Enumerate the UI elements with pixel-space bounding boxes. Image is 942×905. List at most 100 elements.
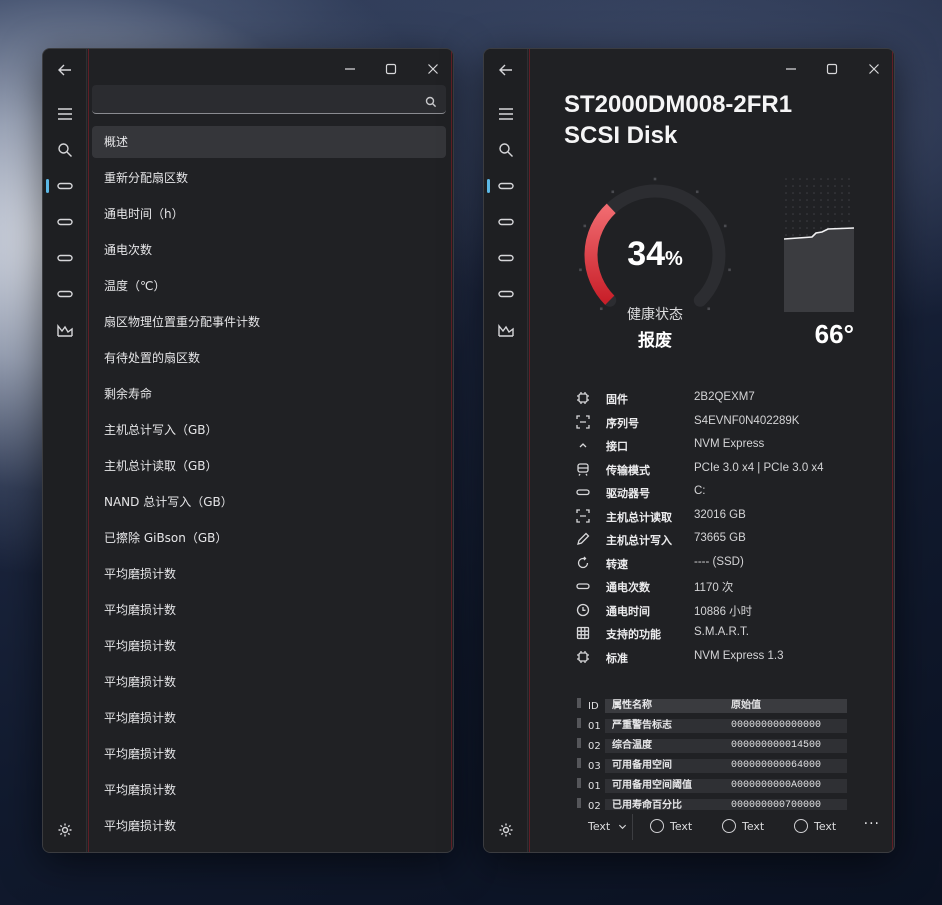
grid-dot <box>799 213 801 215</box>
chevron-down-icon <box>619 824 627 830</box>
maximize-button[interactable] <box>815 55 849 83</box>
radio-option-2[interactable]: Text <box>722 819 764 833</box>
drive-nav-2[interactable] <box>490 208 522 236</box>
attribute-item[interactable]: 已擦除 GiBson（GB） <box>92 522 446 554</box>
attribute-item[interactable]: 通电时间（h） <box>92 198 446 230</box>
attribute-item[interactable]: 扇区物理位置重分配事件计数 <box>92 306 446 338</box>
smart-row[interactable]: 01 可用备用空间阈值 0000000000A0000 <box>577 778 847 798</box>
menu-button[interactable] <box>490 100 522 128</box>
attribute-item[interactable]: 平均磨损计数 <box>92 594 446 626</box>
drive-nav-1[interactable] <box>490 172 522 200</box>
attribute-item[interactable]: 温度（℃） <box>92 270 446 302</box>
menu-button[interactable] <box>49 100 81 128</box>
drive-icon <box>57 290 73 298</box>
close-button[interactable] <box>416 55 450 83</box>
attribute-item[interactable]: 通电次数 <box>92 234 446 266</box>
grid-dot <box>834 178 836 180</box>
grid-dot <box>820 185 822 187</box>
smart-header-row: ID 属性名称 原始值 <box>577 698 847 718</box>
more-options-button[interactable]: ··· <box>864 816 880 832</box>
search-input[interactable] <box>92 85 446 113</box>
window-edge-line <box>892 49 893 852</box>
smart-row[interactable]: 01 严重警告标志 000000000000000 <box>577 718 847 738</box>
maximize-button[interactable] <box>374 55 408 83</box>
search-icon[interactable] <box>425 93 437 108</box>
attribute-item[interactable]: NAND 总计写入（GB） <box>92 486 446 518</box>
rail-edge-line <box>88 49 89 852</box>
radio-option-1[interactable]: Text <box>650 819 692 833</box>
grid-dot <box>785 206 787 208</box>
gauge-tick <box>583 224 587 228</box>
grid-dot <box>813 206 815 208</box>
drive-nav-3[interactable] <box>49 244 81 272</box>
smart-id: 01 <box>588 721 601 732</box>
maximize-icon <box>826 63 838 75</box>
grid-dot <box>827 185 829 187</box>
info-key: 转速 <box>606 557 628 571</box>
back-button[interactable] <box>490 56 522 84</box>
drive-icon <box>498 182 514 190</box>
info-key: 标准 <box>606 651 628 665</box>
toolbar-separator <box>632 814 633 840</box>
back-button[interactable] <box>49 56 81 84</box>
close-button[interactable] <box>857 55 891 83</box>
minimize-button[interactable] <box>774 55 808 83</box>
info-key: 固件 <box>606 393 628 406</box>
disk-title: ST2000DM008-2FR1 SCSI Disk <box>564 89 792 151</box>
smart-id: 03 <box>588 761 601 772</box>
minimize-icon <box>345 68 355 70</box>
settings-button[interactable] <box>49 816 81 844</box>
view-dropdown-label: Text <box>588 820 611 833</box>
attribute-item[interactable]: 平均磨损计数 <box>92 630 446 662</box>
search-nav-button[interactable] <box>49 136 81 164</box>
attribute-item[interactable]: 平均磨损计数 <box>92 702 446 734</box>
radio-option-3-label: Text <box>814 819 837 833</box>
attribute-item[interactable]: 主机总计读取（GB） <box>92 450 446 482</box>
smart-row[interactable]: 03 可用备用空间 000000000064000 <box>577 758 847 778</box>
grid-dot <box>806 178 808 180</box>
window-edge-line <box>451 49 452 852</box>
attribute-item[interactable]: 剩余寿命 <box>92 378 446 410</box>
drive-nav-1[interactable] <box>49 172 81 200</box>
drive-nav-3[interactable] <box>490 244 522 272</box>
search-nav-button[interactable] <box>490 136 522 164</box>
area-chart-icon <box>498 324 514 337</box>
attribute-item[interactable]: 有待处置的扇区数 <box>92 342 446 374</box>
info-row: 支持的功能 S.M.A.R.T. <box>576 622 876 646</box>
back-arrow-icon <box>499 64 512 76</box>
info-row: 主机总计读取 32016 GB <box>576 505 876 529</box>
info-value: S4EVNF0N402289K <box>694 414 800 427</box>
radio-option-3[interactable]: Text <box>794 819 836 833</box>
gear-icon <box>58 823 72 837</box>
grid-dot <box>834 185 836 187</box>
attribute-item[interactable]: 主机总计写入（GB） <box>92 414 446 446</box>
grid-dot <box>841 178 843 180</box>
grid-dot <box>785 185 787 187</box>
smart-row[interactable]: 02 综合温度 000000000014500 <box>577 738 847 758</box>
attribute-item[interactable]: 平均磨损计数 <box>92 774 446 806</box>
drive-icon <box>57 254 73 262</box>
attribute-item[interactable]: 重新分配扇区数 <box>92 162 446 194</box>
attribute-item[interactable]: 平均磨损计数 <box>92 738 446 770</box>
drive-nav-4[interactable] <box>490 280 522 308</box>
grid-dot <box>834 206 836 208</box>
grid-dot <box>827 206 829 208</box>
attribute-item[interactable]: 平均磨损计数 <box>92 558 446 590</box>
scan-icon <box>576 508 590 523</box>
attribute-item[interactable]: 平均磨损计数 <box>92 666 446 698</box>
info-value: 1170 次 <box>694 582 734 594</box>
chart-nav-button[interactable] <box>49 316 81 344</box>
attribute-item[interactable]: 平均磨损计数 <box>92 810 446 842</box>
attribute-item[interactable]: 概述 <box>92 126 446 158</box>
info-value: 10886 小时 <box>694 605 753 618</box>
grid-dot <box>806 206 808 208</box>
drive-nav-2[interactable] <box>49 208 81 236</box>
settings-button[interactable] <box>490 816 522 844</box>
view-dropdown[interactable]: Text <box>588 820 627 833</box>
drive-nav-4[interactable] <box>49 280 81 308</box>
grid-dot <box>827 192 829 194</box>
grid-dot <box>799 234 801 236</box>
chart-nav-button[interactable] <box>490 316 522 344</box>
info-row: 通电次数 1170 次 <box>576 575 876 599</box>
minimize-button[interactable] <box>333 55 367 83</box>
